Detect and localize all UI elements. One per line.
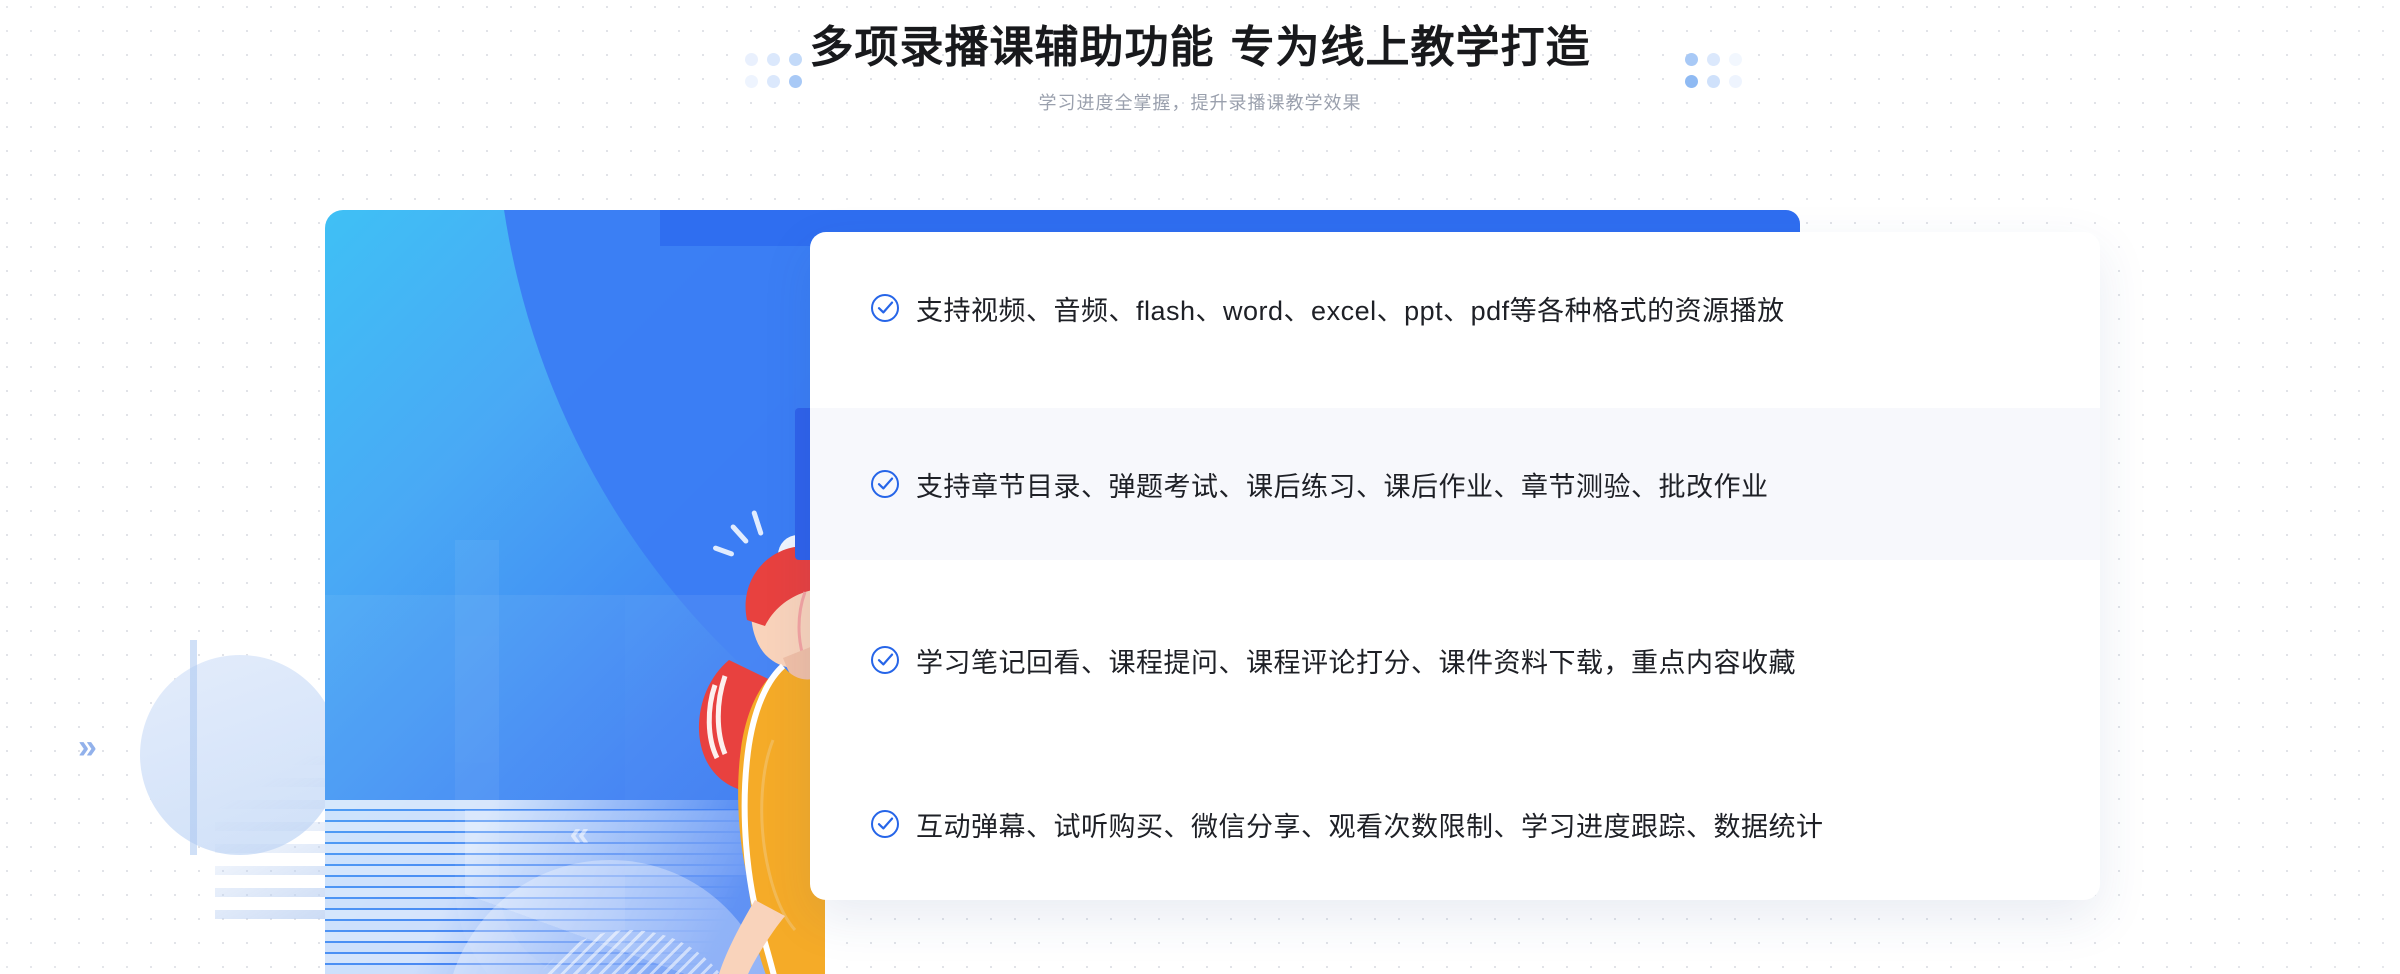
feature-row-1[interactable]: 支持视频、音频、flash、word、excel、ppt、pdf等各种格式的资源…: [870, 232, 2060, 384]
feature-text: 支持视频、音频、flash、word、excel、ppt、pdf等各种格式的资源…: [916, 295, 1785, 326]
check-circle-icon: [870, 293, 916, 323]
chevron-left-icon: «: [569, 815, 590, 853]
feature-row-4[interactable]: 互动弹幕、试听购买、微信分享、观看次数限制、学习进度跟踪、数据统计: [870, 748, 2060, 900]
feature-row-2[interactable]: 支持章节目录、弹题考试、课后练习、课后作业、章节测验、批改作业: [870, 408, 2060, 560]
feature-row-3[interactable]: 学习笔记回看、课程提问、课程评论打分、课件资料下载，重点内容收藏: [870, 584, 2060, 736]
page-title: 多项录播课辅助功能 专为线上教学打造: [0, 20, 2400, 75]
page-root: 多项录播课辅助功能专为线上教学打造 学习进度全掌握，提升录播课教学效果 » «: [0, 0, 2400, 974]
feature-text: 学习笔记回看、课程提问、课程评论打分、课件资料下载，重点内容收藏: [916, 647, 1796, 678]
check-circle-icon: [870, 809, 916, 839]
page-title-part-1: 多项录播课辅助功能: [809, 23, 1215, 72]
page-header: 多项录播课辅助功能 专为线上教学打造 学习进度全掌握，提升录播课教学效果: [0, 20, 2400, 115]
feature-text: 支持章节目录、弹题考试、课后练习、课后作业、章节测验、批改作业: [916, 471, 1769, 502]
page-subtitle: 学习进度全掌握，提升录播课教学效果: [1038, 93, 1362, 113]
feature-list: 支持视频、音频、flash、word、excel、ppt、pdf等各种格式的资源…: [810, 232, 2100, 900]
feature-text: 互动弹幕、试听购买、微信分享、观看次数限制、学习进度跟踪、数据统计: [916, 811, 1824, 842]
check-circle-icon: [870, 469, 916, 499]
check-circle-icon: [870, 645, 916, 675]
illustration-panel: «: [325, 210, 825, 974]
chevron-right-icon: »: [78, 728, 97, 766]
page-title-part-2: 专为线上教学打造: [1230, 23, 1591, 72]
